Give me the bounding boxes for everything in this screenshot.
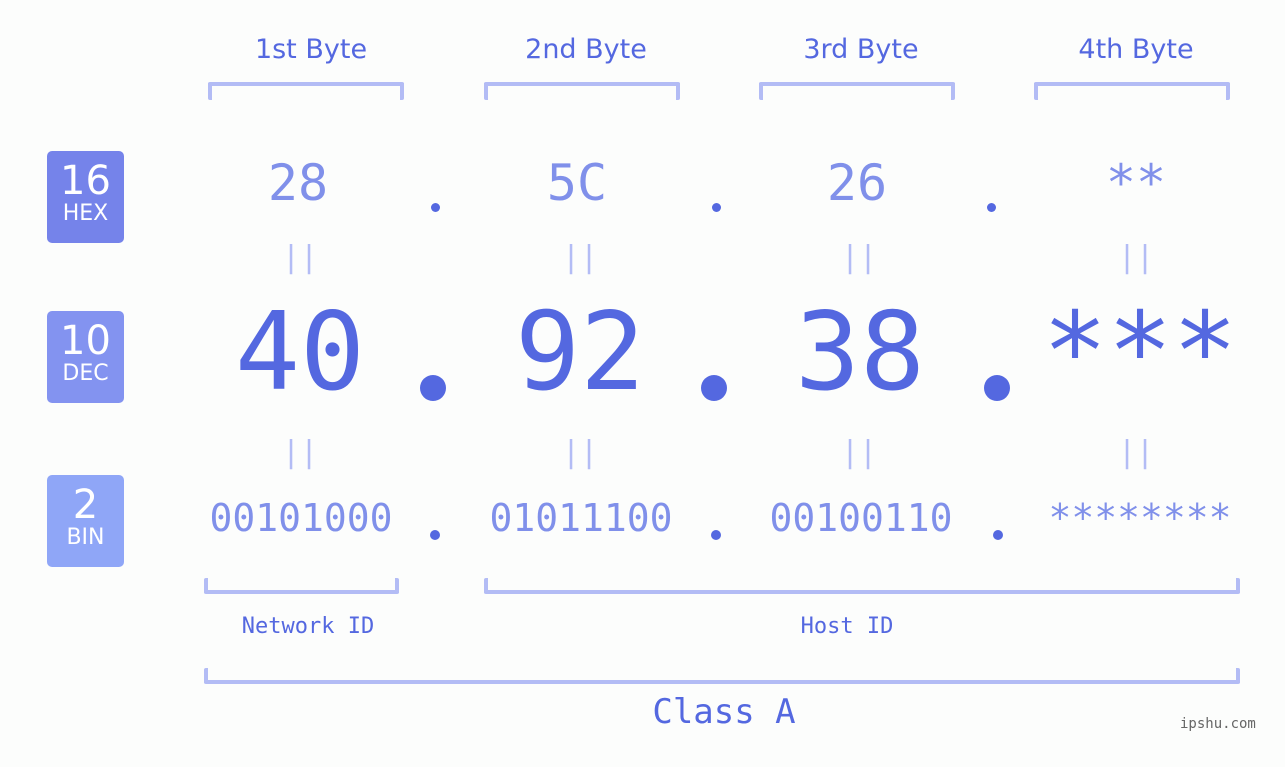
hex-byte-2: 5C — [546, 154, 608, 212]
hex-badge-label: HEX — [62, 201, 109, 226]
watermark: ipshu.com — [1180, 716, 1256, 732]
hex-badge: 16 HEX — [47, 151, 124, 243]
bin-badge-number: 2 — [72, 482, 99, 528]
equals-sign: || — [840, 240, 878, 275]
hex-byte-1: 28 — [267, 154, 329, 212]
bin-byte-1: 00101000 — [209, 496, 393, 540]
byte-bracket-4 — [1034, 82, 1230, 100]
dec-badge-label: DEC — [62, 361, 109, 386]
hex-separator-dot — [987, 203, 996, 212]
bin-separator-dot — [430, 530, 440, 540]
hex-byte-3: 26 — [826, 154, 888, 212]
dec-byte-2: 92 — [514, 290, 646, 415]
equals-sign: || — [281, 240, 319, 275]
byte-header-1: 1st Byte — [254, 34, 368, 65]
bin-separator-dot — [993, 530, 1003, 540]
equals-sign: || — [561, 435, 599, 470]
equals-sign: || — [1117, 240, 1155, 275]
class-bracket — [204, 668, 1240, 684]
hex-byte-4: ** — [1105, 154, 1167, 212]
equals-sign: || — [1117, 435, 1155, 470]
bin-byte-4: ******** — [1048, 496, 1232, 540]
bin-badge: 2 BIN — [47, 475, 124, 567]
byte-header-4: 4th Byte — [1078, 34, 1194, 65]
equals-sign: || — [281, 435, 319, 470]
dec-byte-1: 40 — [234, 290, 366, 415]
network-id-bracket — [204, 578, 399, 594]
host-id-bracket — [484, 578, 1240, 594]
dec-badge: 10 DEC — [47, 311, 124, 403]
dec-separator-dot — [420, 375, 446, 401]
bin-badge-label: BIN — [66, 525, 105, 550]
class-label: Class A — [652, 692, 796, 732]
dec-separator-dot — [701, 375, 727, 401]
byte-bracket-1 — [208, 82, 404, 100]
byte-bracket-2 — [484, 82, 680, 100]
dec-byte-3: 38 — [794, 290, 926, 415]
dec-byte-4: *** — [1042, 290, 1238, 415]
byte-header-2: 2nd Byte — [525, 34, 647, 65]
byte-bracket-3 — [759, 82, 955, 100]
equals-sign: || — [561, 240, 599, 275]
dec-badge-number: 10 — [60, 318, 111, 364]
equals-sign: || — [840, 435, 878, 470]
bin-byte-2: 01011100 — [489, 496, 673, 540]
hex-separator-dot — [431, 203, 440, 212]
hex-separator-dot — [712, 203, 721, 212]
bin-separator-dot — [711, 530, 721, 540]
dec-separator-dot — [984, 375, 1010, 401]
byte-header-3: 3rd Byte — [803, 34, 919, 65]
network-id-label: Network ID — [241, 614, 375, 639]
bin-byte-3: 00100110 — [769, 496, 953, 540]
host-id-label: Host ID — [800, 614, 894, 639]
hex-badge-number: 16 — [60, 158, 111, 204]
